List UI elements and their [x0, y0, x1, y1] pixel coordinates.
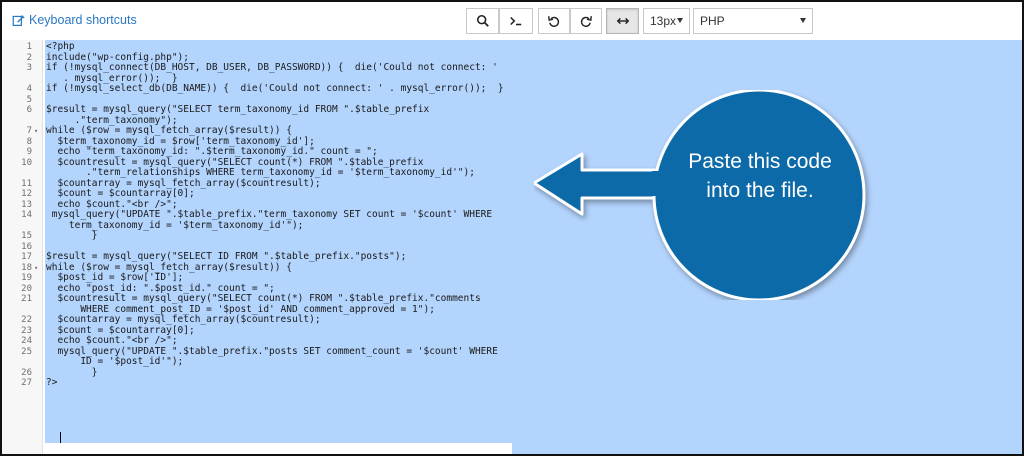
font-size-select[interactable]: 13px [643, 8, 690, 34]
code-editor-window: Keyboard shortcuts 13px PHP 1 <?php 2 in… [0, 0, 1024, 456]
line-number: 4 [26, 84, 32, 94]
redo-icon [580, 16, 592, 27]
callout-text-line-1: Paste this code [688, 150, 832, 173]
line-number: 18 [21, 262, 32, 273]
text-selection-last-line [45, 432, 512, 443]
code-line[interactable]: ID = '$post_id'"); [46, 356, 183, 368]
code-line[interactable]: mysql_query("UPDATE ".$table_prefix."ter… [46, 209, 492, 221]
code-line[interactable]: $post_id = $row['ID']; [46, 272, 183, 284]
language-select[interactable]: PHP [693, 8, 813, 34]
terminal-icon [510, 16, 522, 26]
callout-text: Paste this code into the file. [654, 147, 866, 205]
line-number: 16 [21, 241, 32, 252]
code-line[interactable]: $result = mysql_query("SELECT ID FROM ".… [46, 251, 406, 263]
fold-toggle-icon[interactable]: ▾ [34, 263, 38, 274]
callout-text-line-2: into the file. [706, 179, 814, 202]
redo-button[interactable] [570, 8, 602, 34]
fold-toggle-icon[interactable]: ▾ [34, 126, 38, 137]
code-line[interactable]: } [46, 230, 98, 242]
code-line[interactable]: echo "term_taxonomy_id: ".$term_taxonomy… [46, 146, 377, 158]
wrap-toggle-icon [616, 17, 629, 25]
code-line[interactable]: <?php [46, 41, 75, 53]
line-wrap-toggle[interactable] [606, 8, 639, 34]
line-number: 11 [21, 178, 32, 189]
code-line[interactable]: ?> [46, 377, 57, 389]
line-number: 26 [21, 367, 32, 378]
code-line[interactable]: ."term_relationships WHERE term_taxonomy… [46, 167, 475, 179]
line-number: 24 [21, 336, 32, 346]
line-number: 14 [21, 210, 32, 220]
line-number: 25 [21, 346, 32, 357]
font-size-value: 13px [650, 14, 677, 28]
line-number: 7 [26, 126, 32, 136]
undo-icon [548, 16, 560, 27]
edit-icon [12, 14, 25, 26]
terminal-button[interactable] [499, 8, 533, 34]
line-number: 15 [21, 231, 32, 241]
line-number: 6 [26, 105, 32, 115]
undo-button[interactable] [538, 8, 570, 34]
line-number: 20 [21, 283, 32, 294]
line-number: 12 [21, 189, 32, 199]
line-number: 17 [21, 252, 32, 262]
chevron-down-icon [677, 18, 683, 23]
line-number: 9 [26, 147, 32, 157]
line-number: 13 [21, 199, 32, 210]
line-number: 27 [21, 378, 32, 388]
code-line[interactable]: if (!mysql_select_db(DB_NAME)) { die('Co… [46, 83, 504, 95]
code-line[interactable]: $count = $countarray[0]; [46, 188, 194, 200]
line-number: 23 [21, 325, 32, 336]
line-number: 2 [26, 52, 32, 63]
line-number: 22 [21, 315, 32, 325]
code-line[interactable]: while ($row = mysql_fetch_array($result)… [46, 125, 292, 137]
search-icon [476, 14, 489, 27]
language-value: PHP [700, 14, 725, 28]
keyboard-shortcuts-label: Keyboard shortcuts [29, 13, 137, 27]
code-line[interactable]: $countarray = mysql_fetch_array($countre… [46, 314, 320, 326]
line-number: 5 [26, 94, 32, 105]
code-line[interactable]: echo $count."<br />"; [46, 335, 177, 347]
text-cursor [60, 432, 61, 443]
line-number: 19 [21, 273, 32, 283]
line-number: 1 [26, 42, 32, 52]
search-button[interactable] [466, 8, 499, 34]
line-number: 21 [21, 294, 32, 304]
code-line[interactable]: $result = mysql_query("SELECT term_taxon… [46, 104, 429, 116]
line-number: 8 [26, 136, 32, 147]
line-number: 3 [26, 63, 32, 73]
code-line[interactable]: if (!mysql_connect(DB_HOST, DB_USER, DB_… [46, 62, 498, 74]
chevron-down-icon [800, 18, 806, 23]
keyboard-shortcuts-link[interactable]: Keyboard shortcuts [12, 13, 137, 27]
line-number: 10 [21, 157, 32, 168]
code-line[interactable]: $countresult = mysql_query("SELECT count… [46, 293, 480, 305]
editor-toolbar: Keyboard shortcuts 13px PHP [2, 2, 1022, 41]
